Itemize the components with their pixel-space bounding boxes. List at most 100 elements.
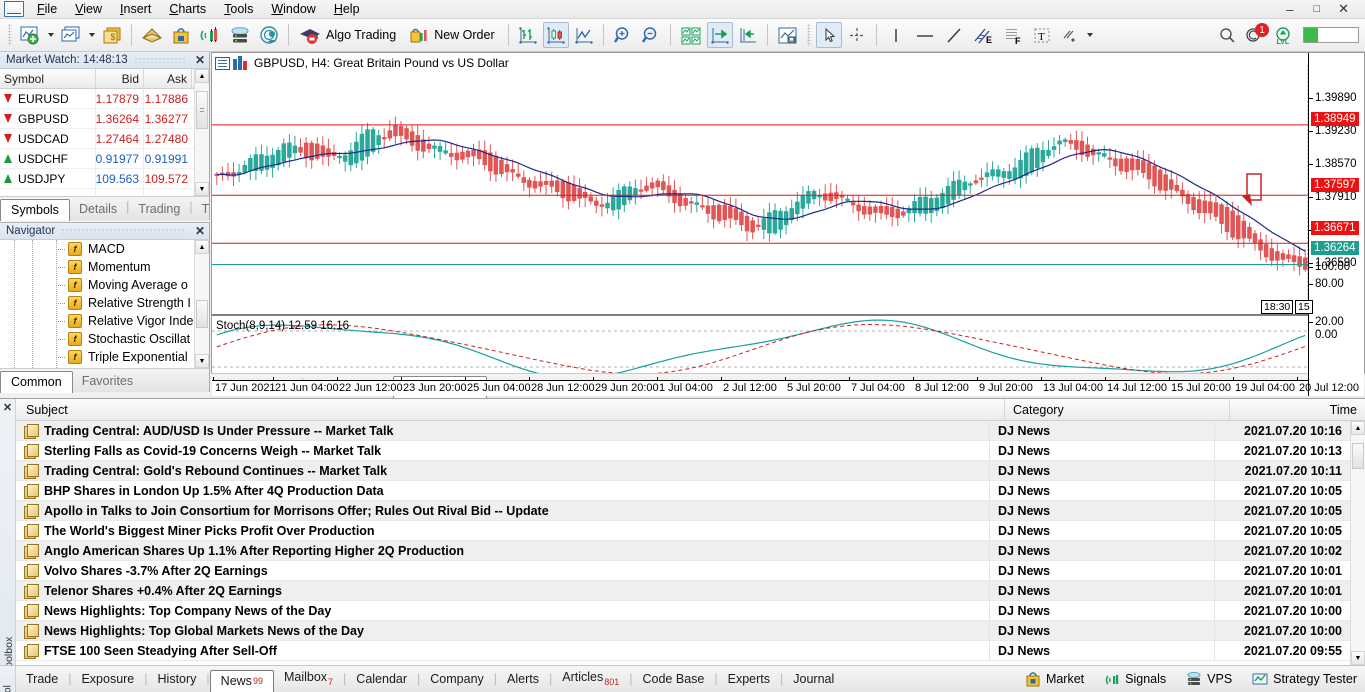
fibonacci-button[interactable]: F <box>999 22 1027 48</box>
vertical-line-button[interactable] <box>883 22 909 48</box>
table-row[interactable]: BHP Shares in London Up 1.5% After 4Q Pr… <box>16 481 1350 501</box>
crosshair-button[interactable] <box>844 22 870 48</box>
table-row[interactable]: USDCHF 0.91977 0.91991 <box>0 149 194 169</box>
scroll-up-icon[interactable]: ▲ <box>195 69 209 83</box>
menu-file[interactable]: FFileile <box>28 0 66 18</box>
close-icon[interactable]: ✕ <box>193 224 207 238</box>
toolbar-grip[interactable] <box>8 24 12 46</box>
tab-company[interactable]: Company <box>420 668 494 691</box>
table-row[interactable]: Trading Central: Gold's Rebound Continue… <box>16 461 1350 481</box>
table-row[interactable]: Volvo Shares -3.7% After 2Q Earnings DJ … <box>16 561 1350 581</box>
notifications-icon[interactable]: 1 <box>1242 22 1269 48</box>
status-vps-button[interactable]: VPS <box>1186 671 1232 687</box>
scroll-up-icon[interactable]: ▲ <box>195 240 209 254</box>
accounts-button[interactable]: $ <box>99 22 125 48</box>
vps-button[interactable] <box>226 22 254 48</box>
signals-button[interactable] <box>196 22 224 48</box>
nav-item-rsi[interactable]: f Relative Strength I <box>0 294 194 312</box>
tab-history[interactable]: History <box>148 668 207 691</box>
tab-symbols[interactable]: Symbols <box>0 199 70 221</box>
nav-item-stochastic[interactable]: f Stochastic Oscillat <box>0 330 194 348</box>
chart-shift-button[interactable] <box>735 22 761 48</box>
column-ask[interactable]: Ask <box>144 69 192 88</box>
minimize-button[interactable]: – <box>1276 2 1303 17</box>
nav-item-macd[interactable]: f MACD <box>0 240 194 258</box>
bar-chart-button[interactable] <box>515 22 541 48</box>
time-axis[interactable]: 17 Jun 2021 21 Jun 04:00 22 Jun 12:00 23… <box>212 377 1359 396</box>
nav-item-moving-average[interactable]: f Moving Average o <box>0 276 194 294</box>
text-label-button[interactable]: T <box>1029 22 1055 48</box>
new-chart-dropdown[interactable] <box>44 33 57 37</box>
scroll-down-icon[interactable]: ▼ <box>195 354 209 368</box>
menu-tools[interactable]: Tools <box>215 0 262 18</box>
market-watch-button[interactable] <box>138 22 166 48</box>
table-row[interactable]: USDCAD 1.27464 1.27480 <box>0 129 194 149</box>
cursor-button[interactable] <box>815 22 842 48</box>
tile-windows-button[interactable] <box>677 22 705 48</box>
table-row[interactable]: News Highlights: Top Company News of the… <box>16 601 1350 621</box>
candlestick-chart-button[interactable] <box>542 22 569 48</box>
line-chart-button[interactable] <box>571 22 597 48</box>
tab-news[interactable]: News 99 <box>209 669 274 692</box>
tab-details[interactable]: Details <box>70 199 126 220</box>
toolbox-close-icon[interactable]: ✕ <box>0 399 15 414</box>
table-row[interactable]: Trading Central: AUD/USD Is Under Pressu… <box>16 421 1350 441</box>
scroll-thumb[interactable] <box>196 300 208 328</box>
tab-trading[interactable]: Trading <box>129 199 189 220</box>
status-signals-button[interactable]: Signals <box>1104 671 1166 687</box>
menu-window[interactable]: Window <box>262 0 324 18</box>
table-row[interactable]: News Highlights: Top Global Markets News… <box>16 621 1350 641</box>
nav-item-triple-exponential[interactable]: f Triple Exponential <box>0 348 194 366</box>
table-row[interactable]: Telenor Shares +0.4% After 2Q Earnings D… <box>16 581 1350 601</box>
level-icon[interactable]: LVL <box>1270 22 1296 48</box>
column-time[interactable]: Time <box>1230 399 1365 420</box>
new-order-button[interactable]: New Order <box>405 22 501 48</box>
tab-experts[interactable]: Experts <box>718 668 780 691</box>
tab-trade[interactable]: Trade <box>16 668 68 691</box>
search-icon[interactable] <box>1214 22 1240 48</box>
horizontal-line-button[interactable] <box>911 22 939 48</box>
navigator-scrollbar[interactable]: ▲ ▼ <box>194 240 209 368</box>
table-row[interactable]: Apollo in Talks to Join Consortium for M… <box>16 501 1350 521</box>
scroll-thumb[interactable] <box>1352 443 1364 469</box>
tab-journal[interactable]: Journal <box>783 668 844 691</box>
table-row[interactable]: The World's Biggest Miner Picks Profit O… <box>16 521 1350 541</box>
column-category[interactable]: Category <box>1005 399 1230 420</box>
tab-common[interactable]: Common <box>0 371 73 393</box>
tab-exposure[interactable]: Exposure <box>71 668 144 691</box>
column-symbol[interactable]: Symbol <box>0 69 96 88</box>
zoom-out-button[interactable] <box>638 22 664 48</box>
community-button[interactable] <box>256 22 282 48</box>
tab-favorites[interactable]: Favorites <box>73 371 142 392</box>
auto-scroll-button[interactable] <box>706 22 733 48</box>
nav-item-rvi[interactable]: f Relative Vigor Inde <box>0 312 194 330</box>
news-scrollbar[interactable]: ▲ ▼ <box>1350 421 1365 665</box>
table-row[interactable]: EURUSD 1.17879 1.17886 <box>0 89 194 109</box>
close-icon[interactable]: ✕ <box>193 53 207 67</box>
scroll-down-icon[interactable]: ▼ <box>195 182 209 196</box>
market-button[interactable] <box>168 22 194 48</box>
scroll-up-icon[interactable]: ▲ <box>1351 421 1365 435</box>
tab-articles[interactable]: Articles801 <box>552 666 629 692</box>
equidistant-channel-button[interactable]: E <box>969 22 997 48</box>
status-market-button[interactable]: Market <box>1025 671 1084 687</box>
indicators-button[interactable] <box>774 22 802 48</box>
menu-help[interactable]: Help <box>325 0 369 18</box>
scroll-thumb[interactable] <box>196 91 208 129</box>
scroll-down-icon[interactable]: ▼ <box>1351 651 1365 665</box>
menu-view[interactable]: View <box>66 0 111 18</box>
table-row[interactable]: USDJPY 109.563 109.572 <box>0 169 194 189</box>
tab-mailbox[interactable]: Mailbox7 <box>274 666 343 692</box>
profiles-dropdown[interactable] <box>85 33 98 37</box>
table-row[interactable]: FTSE 100 Seen Steadying After Sell-Off D… <box>16 641 1350 661</box>
nav-item-momentum[interactable]: f Momentum <box>0 258 194 276</box>
chart-canvas[interactable]: GBPUSD, H4: Great Britain Pound vs US Do… <box>212 53 1364 396</box>
zoom-in-button[interactable] <box>610 22 636 48</box>
trendline-button[interactable] <box>941 22 967 48</box>
close-button[interactable]: ✕ <box>1330 1 1359 17</box>
market-watch-scrollbar[interactable]: ▲ ▼ <box>194 69 209 196</box>
profiles-button[interactable] <box>58 22 84 48</box>
toolbar-grip-2[interactable] <box>806 24 811 46</box>
column-bid[interactable]: Bid <box>96 69 144 88</box>
objects-button[interactable] <box>1057 22 1083 48</box>
